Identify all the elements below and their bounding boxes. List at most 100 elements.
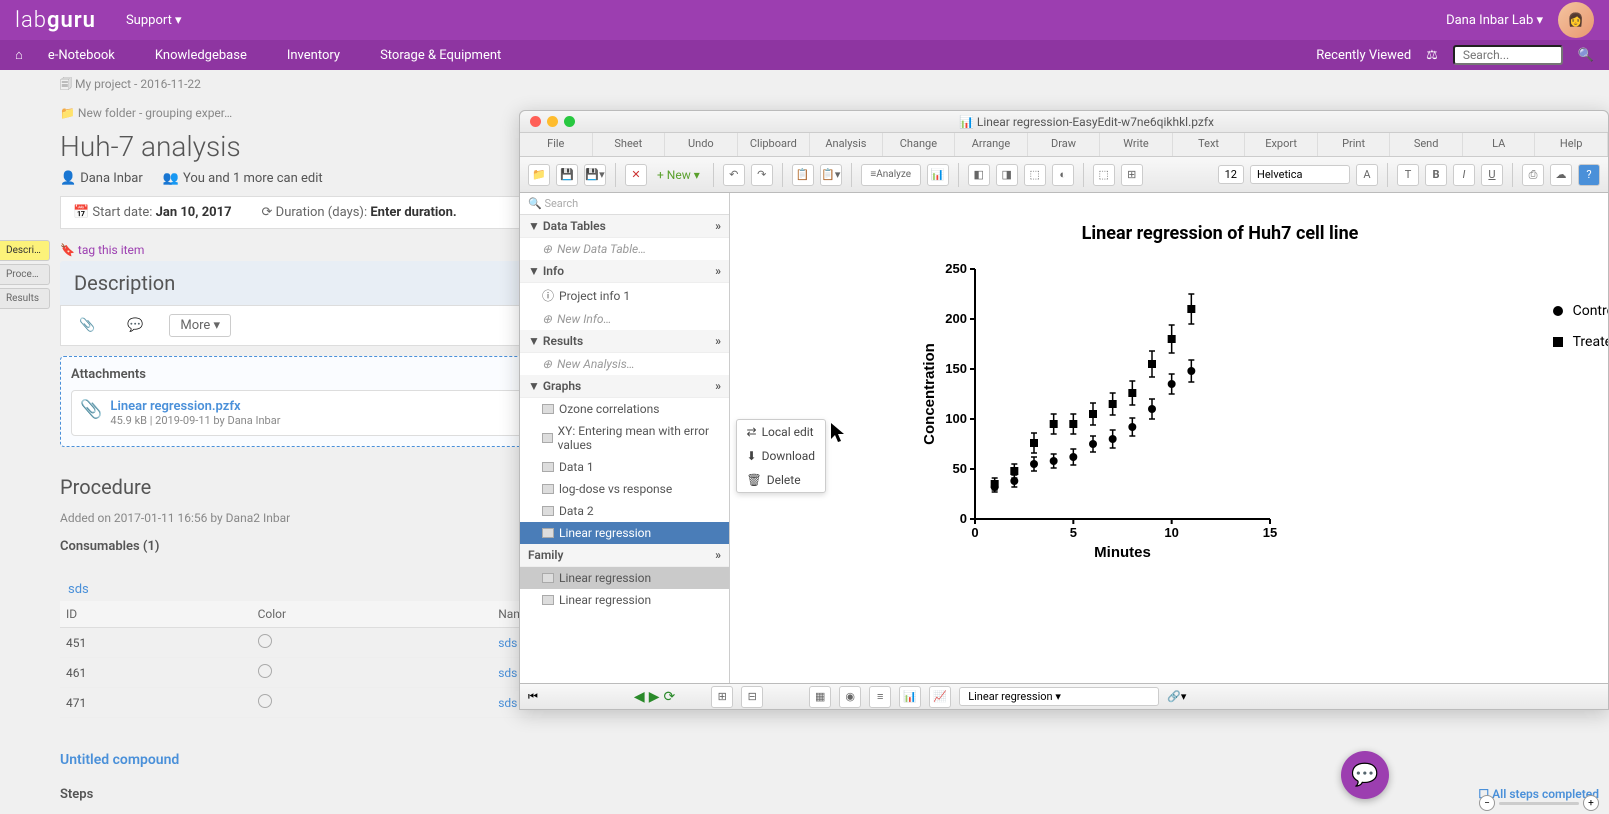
view-2-icon[interactable]: ◉ [839, 686, 861, 708]
graph-item[interactable]: Data 1 [520, 456, 729, 478]
chart-icon[interactable]: 📊 [927, 164, 949, 186]
view-3-icon[interactable]: ≡ [869, 686, 891, 708]
sheet-selector[interactable]: Linear regression ▾ [959, 687, 1159, 706]
window-minimize[interactable] [547, 116, 558, 127]
logo[interactable]: labguru [15, 8, 96, 33]
nav-prev-icon[interactable]: ◀ [634, 689, 645, 705]
zoom-slider[interactable] [1499, 802, 1579, 805]
zoom-in-icon[interactable]: + [1583, 795, 1599, 811]
graph-item[interactable]: log-dose vs response [520, 478, 729, 500]
tab-results[interactable]: Results [0, 288, 50, 309]
chat-bubble-icon[interactable]: 💬 [1341, 751, 1389, 799]
nav-play-icon[interactable]: ⟳ [663, 689, 675, 705]
view-1-icon[interactable]: ▦ [809, 686, 831, 708]
clipboard-icon[interactable]: 📋▾ [820, 164, 842, 186]
font-color-icon[interactable]: A [1356, 164, 1378, 186]
underline-icon[interactable]: U [1481, 164, 1503, 186]
search-icon[interactable]: 🔍 [1578, 48, 1594, 63]
graph-item[interactable]: Linear regression [520, 522, 729, 544]
ribbon-analysis[interactable]: Analysis [810, 133, 883, 156]
user-avatar[interactable]: 👩 [1558, 2, 1594, 38]
analyze-icon[interactable]: ≡Analyze [861, 164, 921, 186]
font-name[interactable]: Helvetica [1250, 165, 1350, 184]
help-icon[interactable]: ? [1578, 164, 1600, 186]
layers-icon[interactable]: ⬚ [1093, 164, 1115, 186]
ribbon-print[interactable]: Print [1318, 133, 1391, 156]
more-button[interactable]: More ▾ [169, 314, 231, 337]
new-info[interactable]: ⊕ New Info… [520, 308, 729, 330]
paste-icon[interactable]: 📋 [792, 164, 814, 186]
new-data-table[interactable]: ⊕ New Data Table… [520, 238, 729, 260]
ribbon-send[interactable]: Send [1390, 133, 1463, 156]
nav-knowledgebase[interactable]: Knowledgebase [155, 48, 247, 63]
zoom-out-icon[interactable]: − [1479, 795, 1495, 811]
family-item[interactable]: Linear regression [520, 567, 729, 589]
bold-icon[interactable]: B [1425, 164, 1447, 186]
search-input[interactable] [1453, 45, 1563, 65]
new-analysis[interactable]: ⊕ New Analysis… [520, 353, 729, 375]
cloud-icon[interactable]: ☁ [1550, 164, 1572, 186]
tool-icon-3[interactable]: ⬚ [1024, 164, 1046, 186]
ribbon-text[interactable]: Text [1173, 133, 1246, 156]
ribbon-clipboard[interactable]: Clipboard [738, 133, 811, 156]
open-icon[interactable]: 📁 [528, 164, 550, 186]
ribbon-write[interactable]: Write [1100, 133, 1173, 156]
graph-item[interactable]: Ozone correlations [520, 398, 729, 420]
export-icon[interactable]: ⎙ [1522, 164, 1544, 186]
view-4-icon[interactable]: 📊 [899, 686, 921, 708]
nav-first-icon[interactable]: ⏮ [528, 690, 538, 704]
group-icon[interactable]: ⊞ [1121, 164, 1143, 186]
undo-icon[interactable]: ↶ [723, 164, 745, 186]
font-size[interactable]: 12 [1218, 165, 1244, 184]
view-5-icon[interactable]: 📈 [929, 686, 951, 708]
ribbon-help[interactable]: Help [1535, 133, 1608, 156]
section-family[interactable]: Family» [520, 544, 729, 567]
menu-local-edit[interactable]: ⇄ Local edit [737, 420, 825, 444]
graph-item[interactable]: Data 2 [520, 500, 729, 522]
ribbon-undo[interactable]: Undo [665, 133, 738, 156]
window-maximize[interactable] [564, 116, 575, 127]
nav-enotebook[interactable]: e-Notebook [48, 48, 115, 63]
balance-icon[interactable]: ⚖ [1426, 48, 1438, 63]
family-item[interactable]: Linear regression [520, 589, 729, 611]
recently-viewed[interactable]: Recently Viewed [1316, 48, 1411, 63]
tab-procedure[interactable]: Proce… [0, 264, 50, 285]
save-as-icon[interactable]: 💾▾ [584, 164, 606, 186]
support-menu[interactable]: Support ▾ [126, 13, 182, 28]
nav-storage[interactable]: Storage & Equipment [380, 48, 501, 63]
tool-icon-2[interactable]: ◨ [996, 164, 1018, 186]
tool-icon-4[interactable]: ◐ [1052, 164, 1074, 186]
redo-icon[interactable]: ↷ [751, 164, 773, 186]
ribbon-draw[interactable]: Draw [1028, 133, 1101, 156]
ribbon-change[interactable]: Change [883, 133, 956, 156]
tab-description[interactable]: Descri… [0, 240, 50, 261]
nav-next-icon[interactable]: ▶ [649, 689, 660, 705]
comment-icon[interactable]: 💬 [121, 316, 149, 335]
italic-icon[interactable]: I [1453, 164, 1475, 186]
ribbon-file[interactable]: File [520, 133, 593, 156]
view-table-icon[interactable]: ⊞ [711, 686, 733, 708]
ribbon-sheet[interactable]: Sheet [593, 133, 666, 156]
section-info[interactable]: ▼ Info» [520, 260, 729, 283]
project-info[interactable]: ⓘ Project info 1 [520, 283, 729, 308]
tool-icon-1[interactable]: ◧ [968, 164, 990, 186]
window-close[interactable] [530, 116, 541, 127]
home-icon[interactable]: ⌂ [15, 47, 23, 63]
text-tool-icon[interactable]: T [1397, 164, 1419, 186]
menu-delete[interactable]: 🗑 Delete [737, 468, 825, 492]
section-results[interactable]: ▼ Results» [520, 330, 729, 353]
view-grid-icon[interactable]: ⊟ [741, 686, 763, 708]
close-sheet-icon[interactable]: ✕ [625, 164, 647, 186]
graph-item[interactable]: XY: Entering mean with error values [520, 420, 729, 456]
section-data-tables[interactable]: ▼ Data Tables» [520, 215, 729, 238]
ribbon-arrange[interactable]: Arrange [955, 133, 1028, 156]
menu-download[interactable]: ⬇ Download [737, 444, 825, 468]
save-icon[interactable]: 💾 [556, 164, 578, 186]
section-graphs[interactable]: ▼ Graphs» [520, 375, 729, 398]
ribbon-la[interactable]: LA [1463, 133, 1536, 156]
attach-icon[interactable]: 📎 [73, 316, 101, 335]
lab-switcher[interactable]: Dana Inbar Lab ▾ [1446, 13, 1543, 28]
file-name[interactable]: Linear regression.pzfx [110, 399, 280, 414]
sidebar-search[interactable]: 🔍 Search [520, 193, 729, 215]
link-icon[interactable]: 🔗▾ [1167, 690, 1186, 703]
